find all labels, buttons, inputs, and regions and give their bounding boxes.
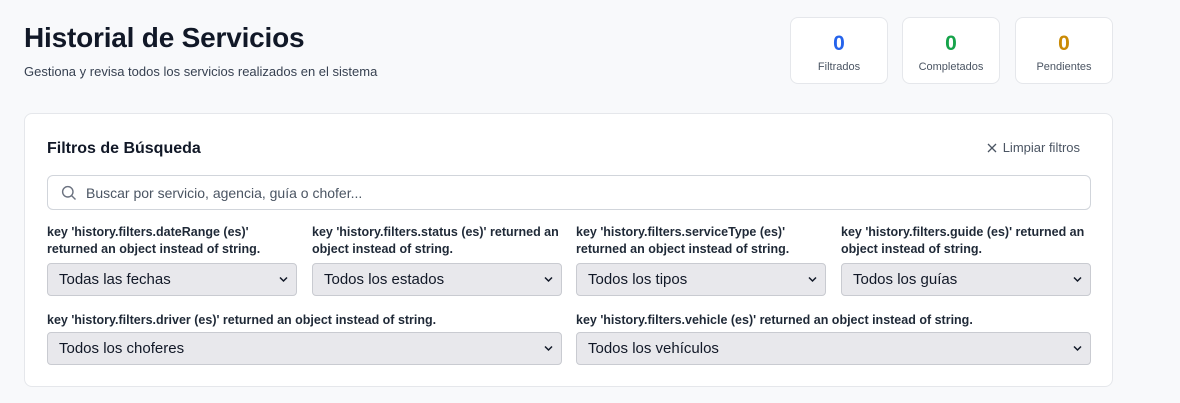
driver-value: Todos los choferes [59,340,185,357]
stat-card-pendientes: 0 Pendientes [1015,17,1113,84]
search-box[interactable] [47,175,1091,210]
stat-value-filtrados: 0 [833,32,845,55]
chevron-down-icon [808,276,817,283]
stat-card-filtrados: 0 Filtrados [790,17,888,84]
status-label: key 'history.filters.status (es)' return… [312,225,559,256]
service-type-select[interactable]: Todos los tipos [576,263,826,296]
vehicle-value: Todos los vehículos [588,340,719,357]
service-type-label: key 'history.filters.serviceType (es)' r… [576,225,790,256]
guide-select[interactable]: Todos los guías [841,263,1091,296]
stat-label-filtrados: Filtrados [817,61,861,73]
filter-panel: Filtros de Búsqueda Limpiar filtros key … [24,113,1113,387]
clear-filters-button[interactable]: Limpiar filtros [987,140,1080,155]
page-title: Historial de Servicios [24,22,305,53]
status-select[interactable]: Todos los estados [312,263,562,296]
filter-panel-title: Filtros de Búsqueda [47,140,201,157]
chevron-down-icon [544,276,553,283]
stat-label-completados: Completados [918,61,984,73]
guide-label: key 'history.filters.guide (es)' returne… [841,225,1085,256]
date-range-label: key 'history.filters.dateRange (es)' ret… [47,225,261,256]
search-icon [61,185,76,200]
date-range-select[interactable]: Todas las fechas [47,263,297,296]
chevron-down-icon [1073,345,1082,352]
status-value: Todos los estados [324,271,445,288]
driver-select[interactable]: Todos los choferes [47,332,562,365]
date-range-value: Todas las fechas [59,271,171,288]
search-input[interactable] [86,184,1066,201]
vehicle-label: key 'history.filters.vehicle (es)' retur… [576,313,973,327]
chevron-down-icon [1073,276,1082,283]
stat-value-pendientes: 0 [1058,32,1070,55]
stat-value-completados: 0 [945,32,957,55]
service-type-value: Todos los tipos [588,271,688,288]
page-subtitle: Gestiona y revisa todos los servicios re… [24,64,378,79]
stat-label-pendientes: Pendientes [1036,61,1092,73]
stat-card-completados: 0 Completados [902,17,1000,84]
close-icon [987,143,997,152]
guide-value: Todos los guías [853,271,958,288]
chevron-down-icon [544,345,553,352]
clear-filters-label: Limpiar filtros [1002,140,1080,155]
driver-label: key 'history.filters.driver (es)' return… [47,313,437,327]
vehicle-select[interactable]: Todos los vehículos [576,332,1091,365]
chevron-down-icon [279,276,288,283]
